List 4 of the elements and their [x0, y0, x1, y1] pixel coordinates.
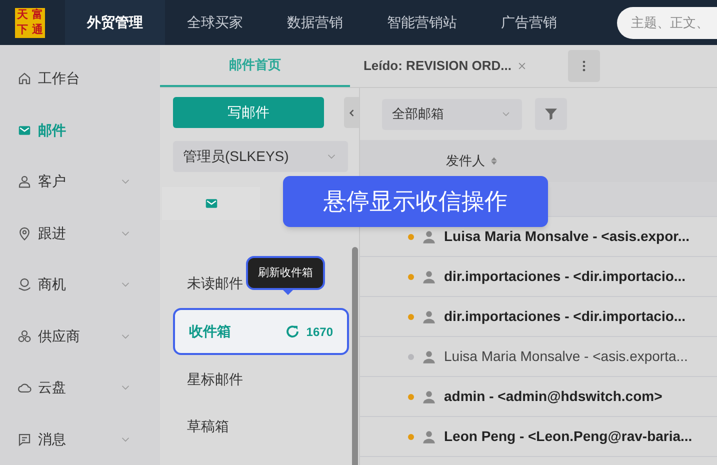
- logo: 天 富 下 通: [15, 8, 45, 38]
- tooltip: 刷新收件箱: [246, 256, 325, 290]
- hint-toast: 悬停显示收信操作: [283, 176, 548, 227]
- unread-count: 1670: [306, 324, 333, 340]
